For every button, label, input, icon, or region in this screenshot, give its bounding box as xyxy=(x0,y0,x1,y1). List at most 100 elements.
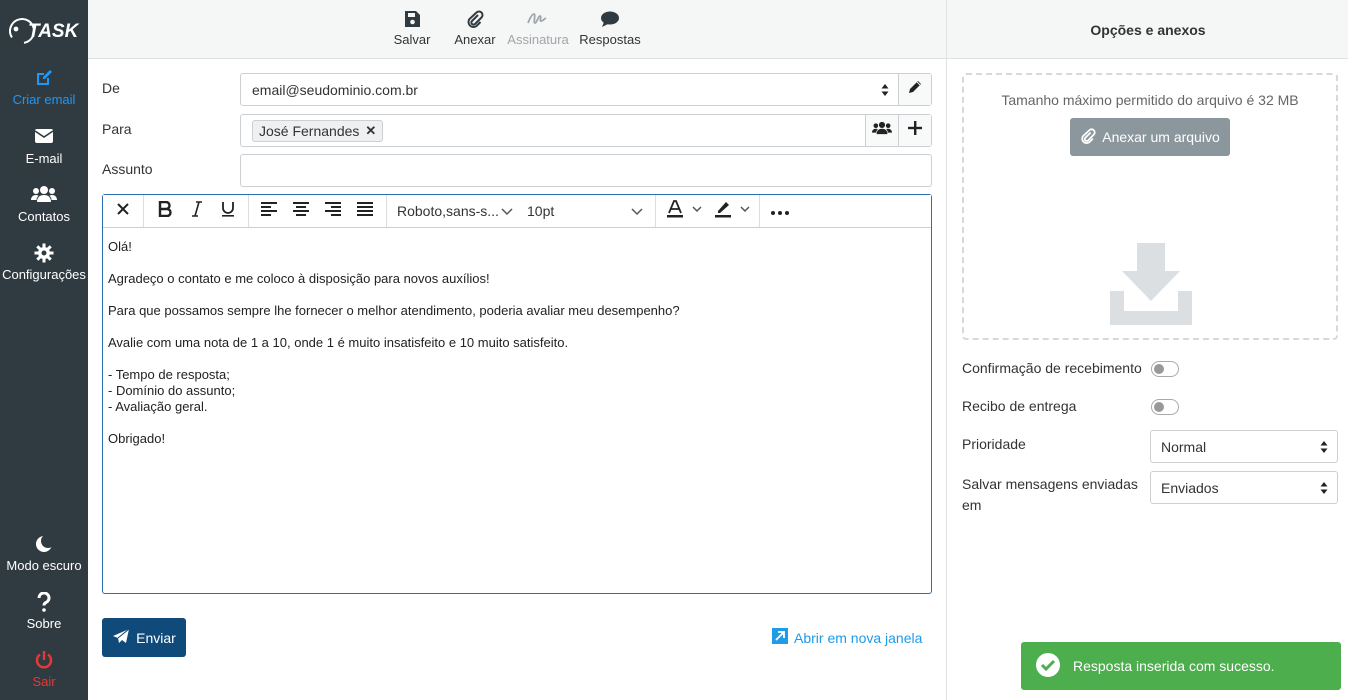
edit-icon xyxy=(0,68,88,90)
from-value: email@seudominio.com.br xyxy=(252,82,418,98)
recipient-name: José Fernandes xyxy=(259,123,360,139)
priority-label: Prioridade xyxy=(962,436,1026,452)
power-icon xyxy=(0,650,88,672)
save-sent-value: Enviados xyxy=(1161,480,1219,496)
options-panel: Opções e anexos Tamanho máximo permitido… xyxy=(946,0,1348,700)
sidebar-item-label: Criar email xyxy=(12,92,76,107)
bold-button[interactable] xyxy=(153,195,177,227)
text-color-button[interactable] xyxy=(663,195,707,227)
replies-button[interactable]: Respostas xyxy=(579,10,641,47)
highlighter-icon xyxy=(714,199,752,224)
envelope-icon xyxy=(0,127,88,149)
italic-icon xyxy=(191,200,203,222)
align-center-icon xyxy=(293,201,309,221)
sidebar-item-label: Sobre xyxy=(26,616,62,631)
users-icon xyxy=(0,185,88,207)
align-right-icon xyxy=(325,201,341,221)
to-field[interactable]: José Fernandes ✕ xyxy=(240,114,932,147)
contacts-button[interactable] xyxy=(865,115,898,146)
body-paragraph: Obrigado! xyxy=(108,431,166,446)
save-sent-select[interactable]: Enviados xyxy=(1150,471,1338,504)
panel-title: Opções e anexos xyxy=(947,0,1348,59)
task-logo[interactable]: TASK xyxy=(6,14,82,48)
external-link-icon xyxy=(772,628,788,647)
clear-format-button[interactable] xyxy=(111,195,135,227)
body-paragraph: - Tempo de resposta; - Domínio do assunt… xyxy=(108,367,236,414)
body-paragraph: Olá! xyxy=(108,239,132,254)
align-justify-icon xyxy=(357,201,373,221)
more-options-button[interactable] xyxy=(767,195,793,227)
align-right-button[interactable] xyxy=(321,195,345,227)
message-editor[interactable]: Roboto,sans-s... 10pt Olá! Agradeço o co… xyxy=(102,194,932,594)
sidebar-item-label: Sair xyxy=(32,674,56,689)
font-size-select[interactable]: 10pt xyxy=(527,195,645,227)
bold-icon xyxy=(158,200,172,222)
body-paragraph: Avalie com uma nota de 1 a 10, onde 1 é … xyxy=(108,335,569,350)
sidebar-item-contatos[interactable]: Contatos xyxy=(0,185,88,224)
attach-button[interactable]: Anexar xyxy=(454,10,496,47)
delivery-receipt-toggle[interactable] xyxy=(1151,399,1179,415)
signature-button[interactable]: Assinatura xyxy=(506,10,570,47)
gear-icon xyxy=(0,243,88,265)
sidebar-item-sobre[interactable]: Sobre xyxy=(0,592,88,631)
attach-file-button[interactable]: Anexar um arquivo xyxy=(1070,118,1230,156)
compose-toolbar: Salvar Anexar Assinatura Respostas xyxy=(88,0,946,59)
italic-button[interactable] xyxy=(185,195,209,227)
editor-body[interactable]: Olá! Agradeço o contato e me coloco à di… xyxy=(108,239,923,463)
from-select[interactable]: email@seudominio.com.br xyxy=(240,73,932,106)
comment-icon xyxy=(579,10,641,32)
paperclip-icon xyxy=(454,10,496,32)
save-label: Salvar xyxy=(393,32,431,47)
save-sent-label: Salvar mensagens enviadas em xyxy=(962,476,1138,513)
open-new-window-link[interactable]: Abrir em nova janela xyxy=(772,628,922,647)
priority-select[interactable]: Normal xyxy=(1150,430,1338,463)
sidebar-item-modo-escuro[interactable]: Modo escuro xyxy=(0,534,88,573)
sidebar-item-label: Configurações xyxy=(2,267,86,282)
sort-arrows-icon xyxy=(1320,440,1328,459)
read-receipt-toggle[interactable] xyxy=(1151,361,1179,377)
sidebar-item-sair[interactable]: Sair xyxy=(0,650,88,689)
recipient-chip[interactable]: José Fernandes ✕ xyxy=(252,120,384,142)
font-family-select[interactable]: Roboto,sans-s... xyxy=(397,195,515,227)
replies-label: Respostas xyxy=(579,32,641,47)
question-icon xyxy=(0,592,88,614)
signature-label: Assinatura xyxy=(507,32,569,47)
font-size-value: 10pt xyxy=(527,203,555,219)
add-recipient-button[interactable] xyxy=(898,115,931,146)
save-button[interactable]: Salvar xyxy=(393,10,431,47)
priority-value: Normal xyxy=(1161,439,1207,455)
sidebar-item-label: E-mail xyxy=(25,151,63,166)
logo-text: TASK xyxy=(28,21,80,42)
send-label: Enviar xyxy=(136,629,176,646)
highlight-color-button[interactable] xyxy=(711,195,755,227)
sidebar-item-criar-email[interactable]: Criar email xyxy=(0,68,88,107)
save-icon xyxy=(393,10,431,32)
toast-message: Resposta inserida com sucesso. xyxy=(1073,658,1275,674)
max-size-text: Tamanho máximo permitido do arquivo é 32… xyxy=(1001,92,1299,108)
chevron-down-icon xyxy=(631,195,643,227)
success-toast[interactable]: Resposta inserida com sucesso. xyxy=(1021,642,1341,690)
signature-icon xyxy=(506,10,570,32)
underline-icon xyxy=(221,201,235,222)
align-left-button[interactable] xyxy=(257,195,281,227)
plus-icon xyxy=(908,121,922,140)
close-icon xyxy=(116,202,130,221)
pencil-icon xyxy=(907,79,923,100)
send-button[interactable]: Enviar xyxy=(102,618,186,657)
sidebar-item-configuracoes[interactable]: Configurações xyxy=(0,243,88,282)
to-label: Para xyxy=(102,121,132,137)
edit-from-button[interactable] xyxy=(898,74,931,105)
sidebar-item-email[interactable]: E-mail xyxy=(0,127,88,166)
sort-arrows-icon xyxy=(1320,481,1328,500)
justify-button[interactable] xyxy=(353,195,377,227)
body-paragraph: Para que possamos sempre lhe fornecer o … xyxy=(108,303,680,318)
editor-toolbar: Roboto,sans-s... 10pt xyxy=(103,195,931,228)
read-receipt-label: Confirmação de recebimento xyxy=(962,360,1142,376)
subject-input[interactable] xyxy=(240,154,932,187)
underline-button[interactable] xyxy=(216,195,240,227)
align-center-button[interactable] xyxy=(289,195,313,227)
check-circle-icon xyxy=(1035,652,1061,681)
compose-area: Salvar Anexar Assinatura Respostas De em… xyxy=(88,0,946,700)
remove-recipient-icon[interactable]: ✕ xyxy=(365,121,376,141)
attachment-dropzone[interactable]: Tamanho máximo permitido do arquivo é 32… xyxy=(962,73,1338,340)
